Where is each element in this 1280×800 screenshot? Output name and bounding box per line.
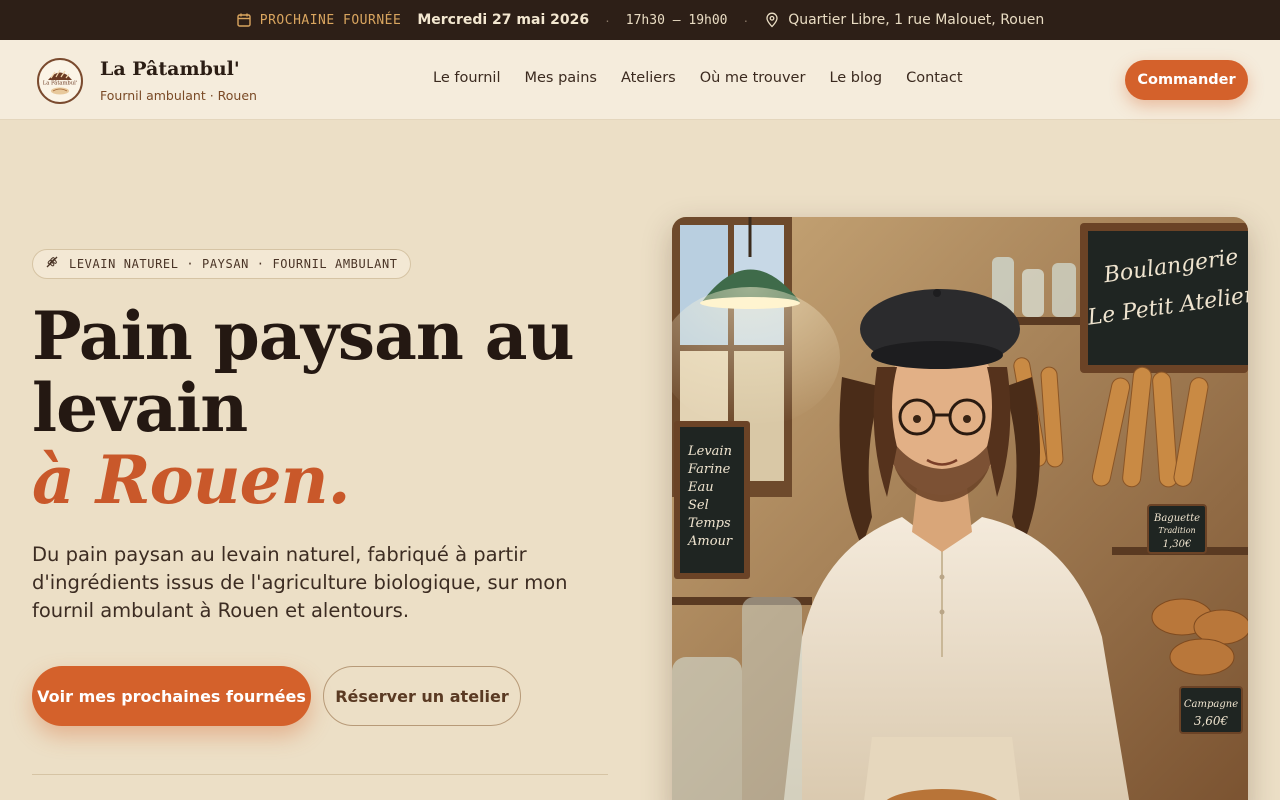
- map-pin-icon: [764, 12, 780, 28]
- next-batch-info: PROCHAINE FOURNÉE: [236, 12, 402, 28]
- separator-dot: ·: [605, 12, 610, 28]
- next-batch-hours: 17h30 – 19h00: [625, 12, 728, 28]
- board-item: Sel: [688, 498, 709, 513]
- board-item: Eau: [687, 480, 714, 495]
- nav-item-le-fournil[interactable]: Le fournil: [433, 70, 500, 86]
- announcement-bar: PROCHAINE FOURNÉE Mercredi 27 mai 2026 ·…: [0, 0, 1280, 40]
- nav-item-le-blog[interactable]: Le blog: [829, 70, 882, 86]
- nav-item-mes-pains[interactable]: Mes pains: [524, 70, 596, 86]
- nav-item-ateliers[interactable]: Ateliers: [621, 70, 676, 86]
- price-tag-price: 1,30€: [1163, 539, 1192, 550]
- separator-dot: ·: [743, 12, 749, 28]
- nav-item-ou-me-trouver[interactable]: Où me trouver: [700, 70, 806, 86]
- nav-item-contact[interactable]: Contact: [906, 70, 962, 86]
- board-item: Temps: [688, 516, 731, 531]
- hero-title-line2: levain: [32, 369, 248, 447]
- hero-divider: [32, 774, 608, 775]
- price-tag-price: 3,60€: [1194, 714, 1229, 728]
- brand-name[interactable]: La Pâtambul': [100, 58, 240, 80]
- hero-tag-pill: LEVAIN NATUREL · PAYSAN · FOURNIL AMBULA…: [32, 249, 411, 279]
- next-batch-label: PROCHAINE FOURNÉE: [259, 12, 402, 28]
- price-tag-sub: Tradition: [1158, 526, 1195, 535]
- location-address: Quartier Libre, 1 rue Malouet, Rouen: [788, 12, 1045, 28]
- hero-illustration: Boulangerie Le Petit Atelier Levain Fari…: [672, 217, 1248, 800]
- hero-title-accent: à Rouen.: [32, 441, 351, 519]
- price-tag-name: Campagne: [1184, 699, 1238, 710]
- site-header: La Pâtambul' La Pâtambul' Fournil ambula…: [0, 40, 1280, 120]
- brand-tagline: Fournil ambulant · Rouen: [100, 88, 257, 103]
- next-batch-date: Mercredi 27 mai 2026: [417, 12, 590, 28]
- board-item: Levain: [687, 444, 732, 459]
- brand-logo[interactable]: La Pâtambul': [37, 58, 83, 104]
- board-item: Farine: [687, 462, 731, 477]
- hero-lead: Du pain paysan au levain naturel, fabriq…: [32, 543, 568, 622]
- hero-tag-text: LEVAIN NATUREL · PAYSAN · FOURNIL AMBULA…: [69, 257, 398, 271]
- calendar-icon: [236, 12, 252, 28]
- hero-title: Pain paysan au levain à Rouen.: [32, 300, 632, 516]
- board-item: Amour: [687, 534, 733, 549]
- book-workshop-button[interactable]: Réserver un atelier: [323, 666, 521, 726]
- order-button[interactable]: Commander: [1125, 60, 1248, 100]
- location-info: Quartier Libre, 1 rue Malouet, Rouen: [764, 12, 1044, 28]
- main-nav: Le fournil Mes pains Ateliers Où me trou…: [433, 70, 963, 86]
- price-tag-name: Baguette: [1153, 513, 1200, 524]
- see-batches-button[interactable]: Voir mes prochaines fournées: [32, 666, 311, 726]
- logo-text: La Pâtambul': [43, 80, 77, 87]
- hero-title-line1: Pain paysan au: [32, 297, 575, 375]
- wheat-icon: [45, 255, 59, 274]
